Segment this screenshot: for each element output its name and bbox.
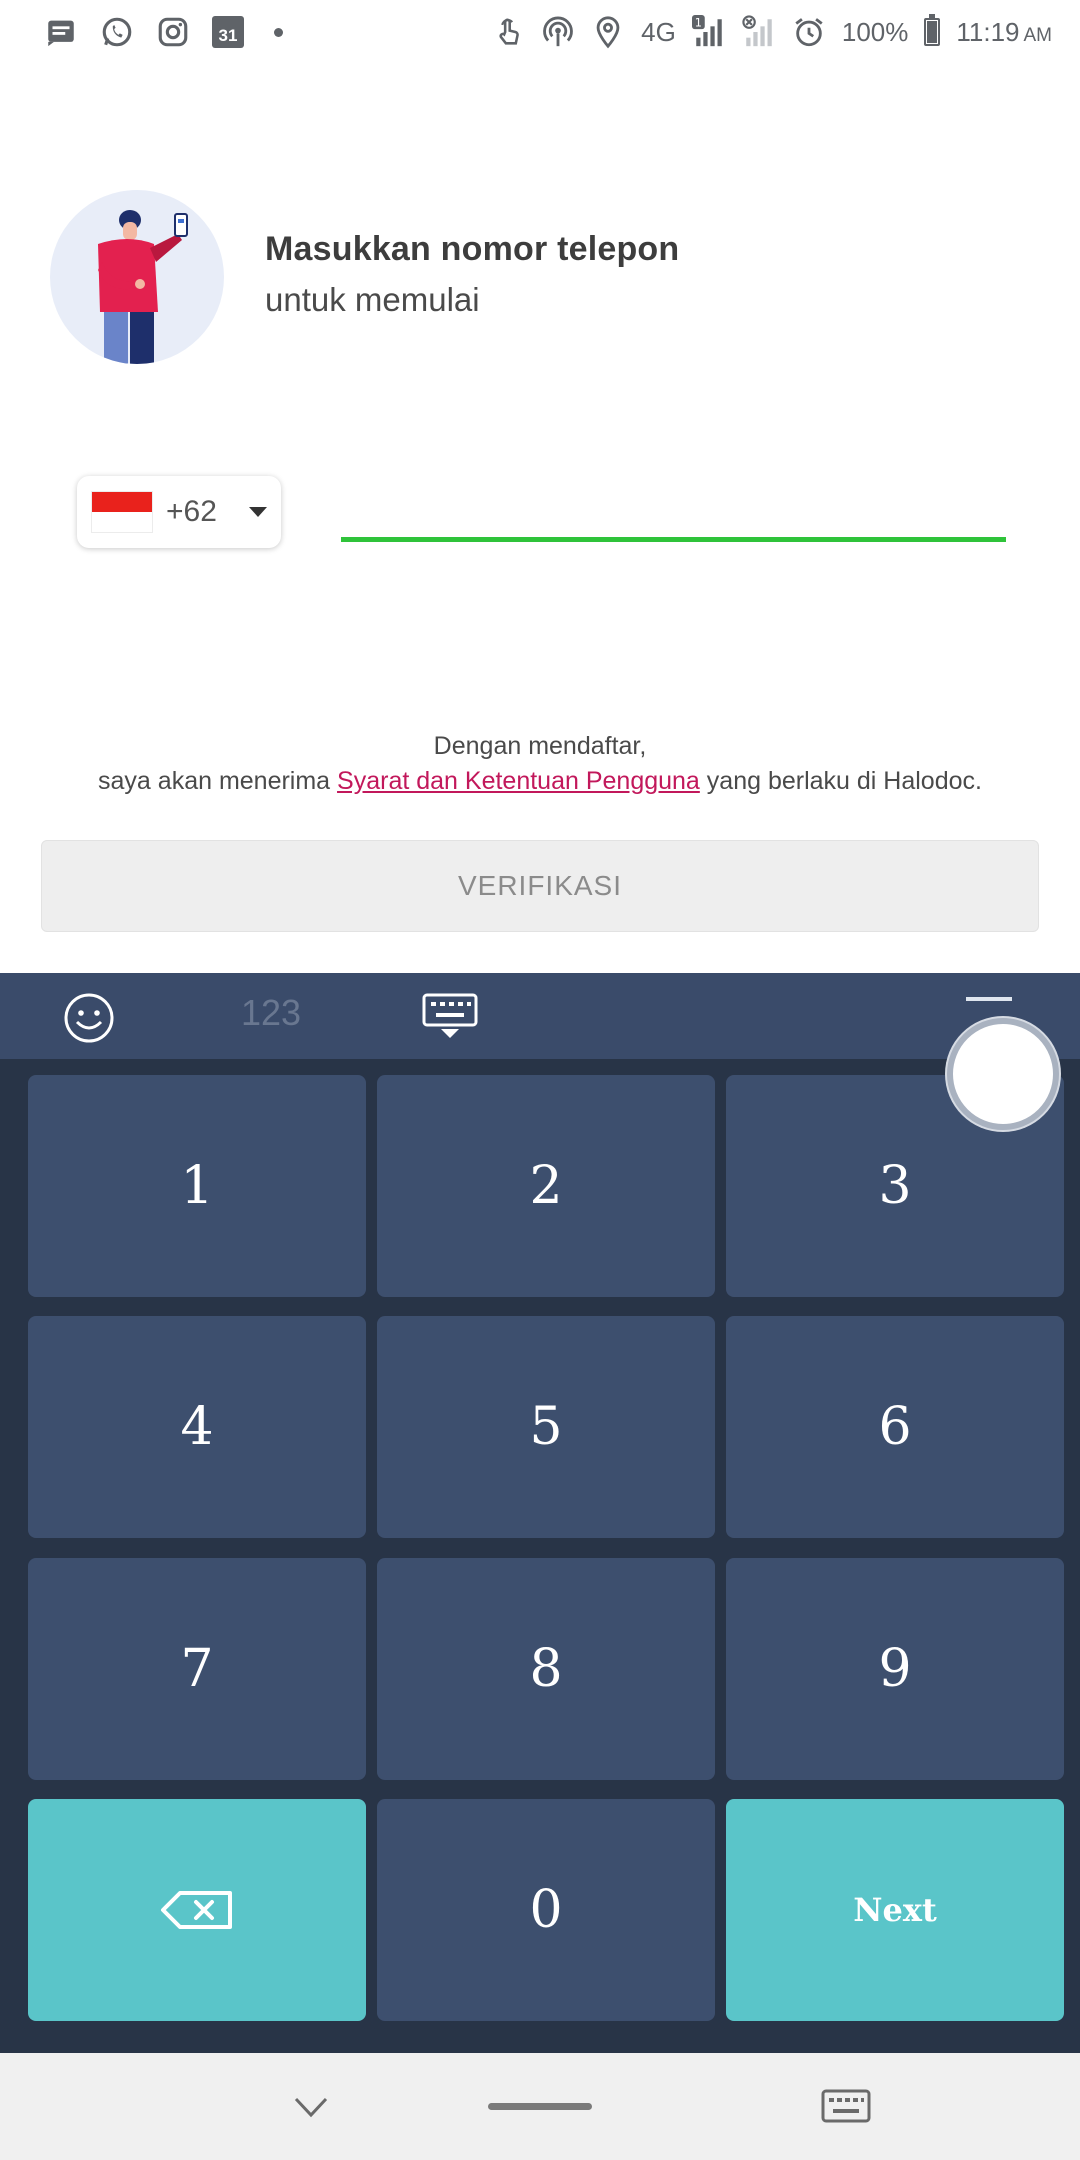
country-code-picker[interactable]: +62 [77,476,281,548]
terms-prefix: saya akan menerima [98,767,338,795]
verify-button[interactable]: VERIFIKASI [41,840,1039,932]
emoji-icon[interactable] [62,991,116,1045]
hotspot-icon [541,15,575,49]
status-bar: 31 4G 1 100% 11:19 AM [0,0,1080,64]
caret-down-icon [249,507,267,517]
no-signal-icon [742,15,776,49]
keyboard-icon[interactable] [821,2089,871,2123]
touch-icon [491,15,525,49]
back-icon[interactable] [293,2095,329,2119]
key-0[interactable]: 0 [377,1799,715,2021]
home-bar[interactable] [488,2103,592,2110]
numbers-tab[interactable]: 123 [241,992,301,1034]
message-icon [44,15,78,49]
keyboard-toolbar: 123 [0,973,1080,1059]
battery-icon [924,14,941,46]
terms-line-1: Dengan mendaftar, [433,732,647,760]
numeric-keyboard: 123 1 2 3 4 5 6 7 8 9 0 Next [0,973,1080,2053]
terms-suffix: yang berlaku di Halodoc. [699,767,982,795]
page-subtitle: untuk memulai [265,281,480,318]
terms-line-2: saya akan menerima Syarat dan Ketentuan … [0,767,1080,796]
key-7[interactable]: 7 [28,1558,366,1780]
backspace-icon [161,1891,232,1929]
indonesia-flag-icon [91,491,153,533]
navigation-bar [0,2053,1080,2160]
country-code-label: +62 [166,495,217,528]
key-9[interactable]: 9 [726,1558,1064,1780]
dot-icon [274,27,283,37]
svg-text:1: 1 [695,15,702,29]
clock: 11:19 AM [956,16,1052,47]
signal-icon: 1 [691,15,726,49]
key-1[interactable]: 1 [28,1075,366,1297]
menu-icon[interactable] [966,997,1012,1001]
floating-assistive-button[interactable] [947,1018,1059,1130]
terms-link[interactable]: Syarat dan Ketentuan Pengguna [337,767,700,795]
key-6[interactable]: 6 [726,1316,1064,1538]
page-title: Masukkan nomor telepon [265,230,680,268]
location-icon [591,15,625,49]
next-key[interactable]: Next [726,1799,1064,2021]
key-8[interactable]: 8 [377,1558,715,1780]
phone-input-underline [341,537,1006,542]
key-4[interactable]: 4 [28,1316,366,1538]
instagram-icon [156,15,190,49]
key-2[interactable]: 2 [377,1075,715,1297]
key-5[interactable]: 5 [377,1316,715,1538]
backspace-key[interactable] [28,1799,366,2021]
keyboard-hide-icon[interactable] [422,993,478,1039]
alarm-icon [792,15,826,49]
person-illustration [50,190,224,364]
battery-percent: 100% [841,16,909,47]
calendar-icon: 31 [212,16,244,48]
whatsapp-icon [100,15,134,49]
phone-number-input[interactable] [340,470,1006,542]
network-type: 4G [641,16,676,47]
